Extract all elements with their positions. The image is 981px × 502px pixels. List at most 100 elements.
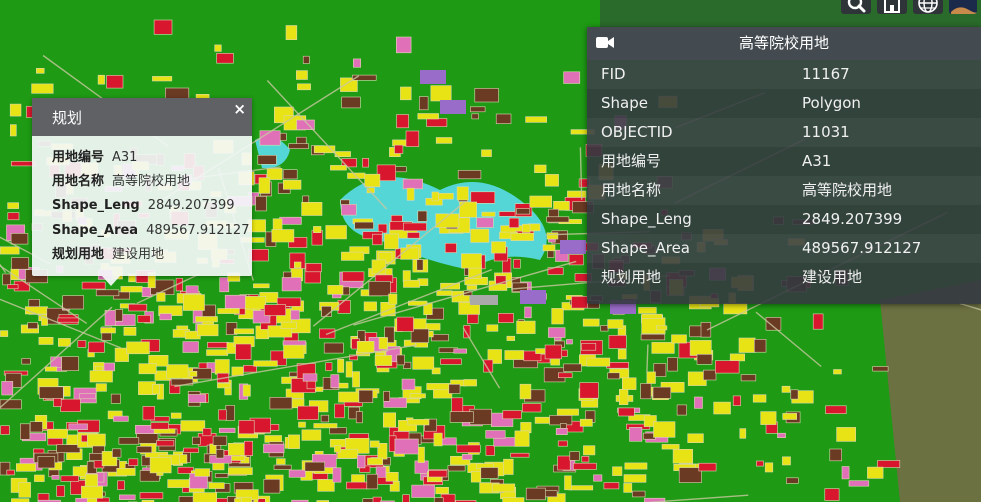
- land-parcel: [264, 304, 286, 316]
- land-parcel: [283, 343, 305, 359]
- land-parcel: [77, 340, 87, 348]
- land-parcel: [525, 116, 547, 123]
- land-parcel: [189, 370, 198, 377]
- land-parcel: [21, 358, 31, 365]
- land-parcel: [384, 233, 399, 250]
- popup-close-button[interactable]: ×: [233, 100, 246, 118]
- land-parcel: [563, 71, 581, 84]
- land-parcel: [557, 372, 573, 378]
- land-parcel: [689, 340, 712, 356]
- land-parcel: [456, 444, 481, 453]
- land-parcel: [782, 456, 791, 466]
- land-parcel: [325, 362, 333, 371]
- land-parcel: [444, 243, 457, 253]
- land-parcel: [329, 427, 347, 435]
- land-parcel: [225, 405, 235, 421]
- land-parcel: [694, 396, 703, 409]
- land-parcel: [403, 222, 427, 232]
- land-parcel: [402, 494, 410, 502]
- land-parcel: [0, 246, 20, 255]
- land-parcel: [139, 492, 164, 500]
- land-parcel: [396, 316, 414, 332]
- globe-button[interactable]: [913, 0, 943, 14]
- user-avatar[interactable]: [949, 0, 977, 14]
- land-parcel: [534, 164, 547, 173]
- land-parcel: [764, 462, 774, 473]
- land-parcel: [152, 384, 160, 395]
- land-parcel: [506, 335, 515, 341]
- land-parcel: [271, 229, 295, 243]
- table-row: Shape_Leng 2849.207399: [587, 205, 981, 234]
- land-parcel: [340, 199, 350, 205]
- attribute-key: 用地编号: [601, 152, 662, 170]
- land-parcel: [116, 467, 136, 476]
- land-parcel: [273, 464, 292, 470]
- land-parcel: [89, 370, 113, 383]
- land-parcel: [195, 316, 218, 323]
- land-parcel: [6, 469, 15, 476]
- land-parcel: [61, 356, 79, 372]
- land-parcel: [825, 405, 847, 414]
- land-parcel: [513, 259, 521, 269]
- land-parcel: [471, 113, 479, 120]
- search-button[interactable]: [841, 0, 871, 14]
- land-parcel: [301, 429, 322, 441]
- land-parcel: [433, 432, 443, 447]
- search-icon: [847, 0, 866, 13]
- land-parcel: [700, 322, 712, 338]
- land-parcel: [661, 444, 680, 450]
- home-button[interactable]: [877, 0, 907, 14]
- attribute-value: Polygon: [802, 94, 861, 112]
- land-parcel: [334, 403, 345, 419]
- camera-icon[interactable]: [596, 36, 614, 49]
- land-parcel: [624, 462, 648, 470]
- land-parcel: [37, 456, 56, 469]
- attribute-key: FID: [601, 65, 626, 83]
- land-parcel: [117, 480, 125, 490]
- land-parcel: [149, 456, 172, 474]
- land-parcel: [612, 466, 623, 476]
- land-parcel: [206, 349, 229, 356]
- land-parcel: [418, 96, 429, 111]
- land-parcel: [352, 371, 360, 388]
- land-parcel: [593, 474, 603, 482]
- popup-value: A31: [112, 150, 138, 165]
- land-parcel: [618, 407, 635, 417]
- land-parcel: [136, 445, 153, 453]
- land-parcel: [282, 179, 302, 190]
- land-parcel: [457, 170, 482, 180]
- land-parcel: [224, 294, 247, 309]
- land-parcel: [426, 383, 451, 391]
- land-parcel: [583, 445, 596, 456]
- land-parcel: [269, 423, 280, 431]
- land-parcel: [341, 251, 365, 261]
- map-toolbar: [841, 0, 981, 14]
- land-parcel: [551, 308, 564, 325]
- land-parcel: [351, 474, 365, 484]
- land-parcel: [34, 474, 45, 482]
- land-parcel: [258, 177, 271, 194]
- attribute-key: Shape_Leng: [601, 210, 692, 228]
- land-parcel: [320, 414, 330, 423]
- land-parcel: [372, 233, 383, 246]
- land-parcel: [756, 460, 764, 467]
- land-parcel: [548, 327, 566, 338]
- land-parcel: [1, 381, 14, 396]
- land-parcel: [219, 427, 236, 433]
- land-parcel: [872, 366, 889, 372]
- land-parcel: [188, 394, 207, 403]
- land-parcel: [128, 458, 139, 466]
- land-parcel: [95, 383, 107, 392]
- home-icon: [884, 0, 900, 13]
- table-row: FID 11167: [587, 60, 981, 89]
- land-parcel: [356, 340, 375, 353]
- land-parcel: [323, 342, 344, 354]
- land-parcel: [313, 226, 322, 233]
- land-parcel: [15, 463, 36, 472]
- land-parcel: [440, 358, 462, 365]
- land-parcel: [515, 208, 531, 215]
- land-parcel: [470, 295, 498, 305]
- land-parcel: [152, 76, 173, 82]
- land-parcel: [358, 389, 374, 404]
- attribute-value: A31: [802, 152, 832, 170]
